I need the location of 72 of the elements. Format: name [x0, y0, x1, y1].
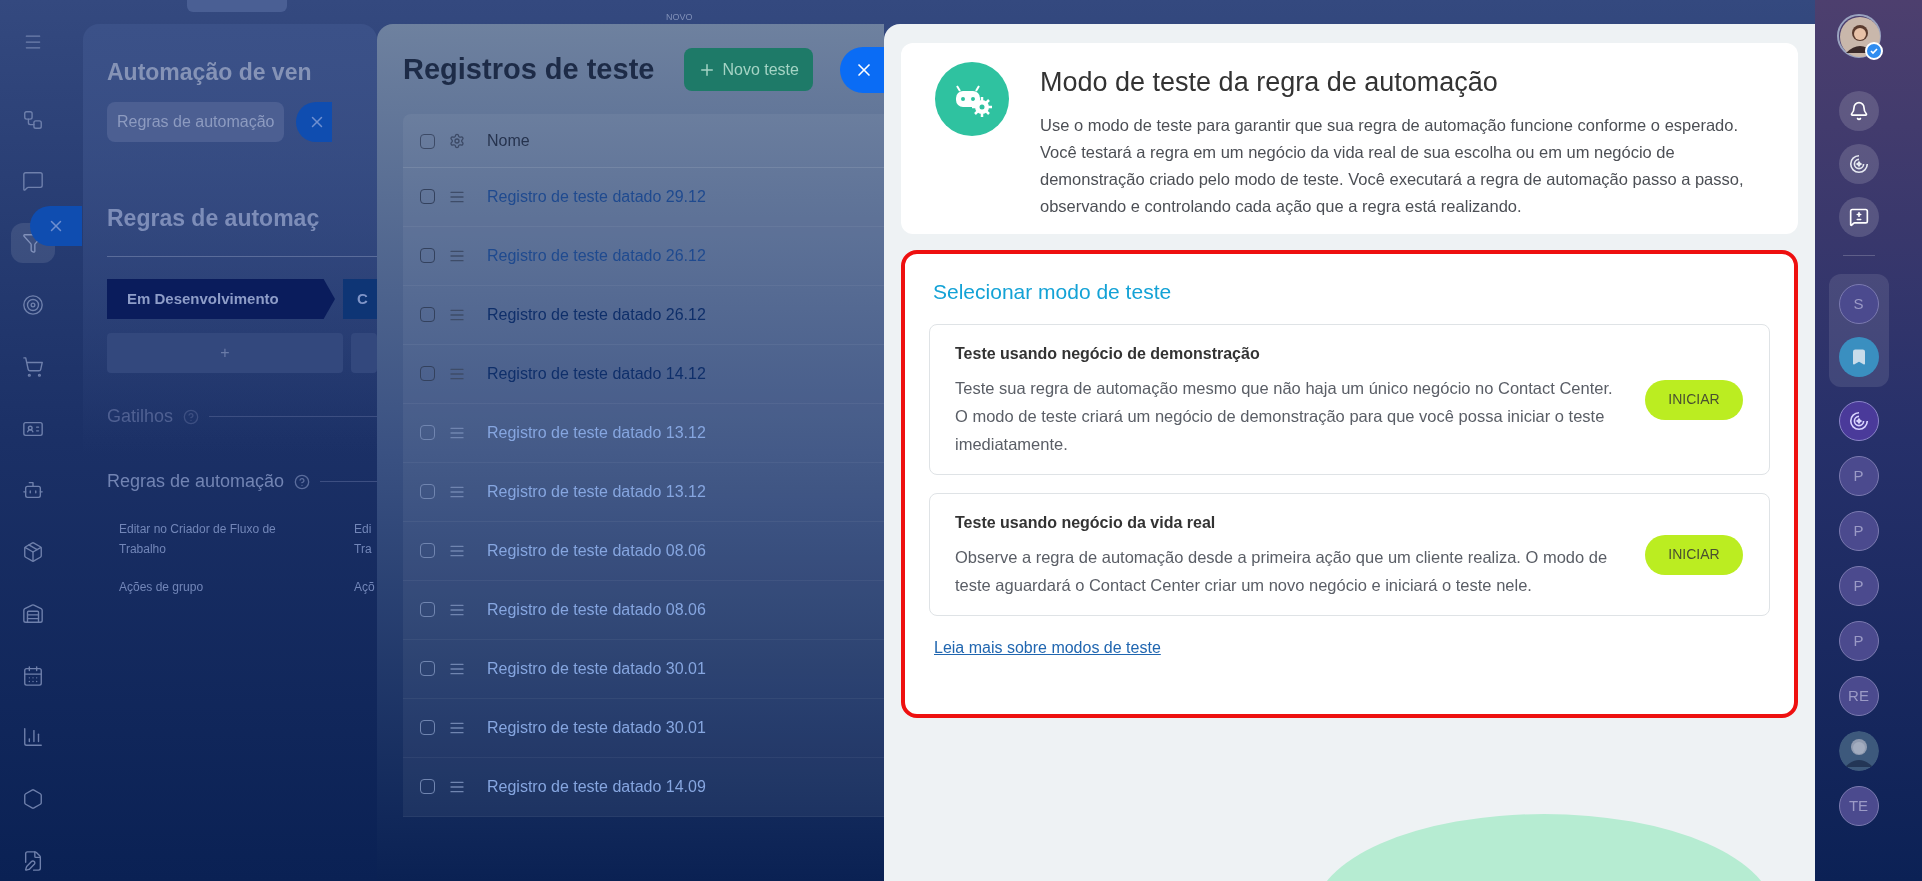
stage-tab[interactable]: C: [343, 279, 377, 319]
copilot-button[interactable]: [1838, 401, 1879, 441]
record-link[interactable]: Registro de teste datado 13.12: [487, 479, 706, 504]
record-link[interactable]: Registro de teste datado 13.12: [487, 420, 706, 445]
action-link[interactable]: Açõ: [354, 577, 375, 597]
column-header: Nome: [487, 131, 530, 151]
chat-avatar[interactable]: S: [1838, 284, 1879, 324]
chat-avatar[interactable]: TE: [1838, 786, 1879, 826]
spiral-icon[interactable]: [1847, 410, 1870, 432]
checkbox[interactable]: [420, 248, 435, 263]
option-title: Teste usando negócio da vida real: [955, 512, 1217, 533]
intro-title: Modo de teste da regra de automação: [1040, 66, 1499, 99]
learn-more-link[interactable]: Leia mais sobre modos de teste: [934, 635, 1161, 660]
checkbox[interactable]: [420, 307, 435, 322]
settings-icon[interactable]: [449, 133, 465, 149]
rules-label: Regras de automação: [107, 470, 285, 493]
user-avatar[interactable]: [1836, 14, 1881, 58]
chat-avatar[interactable]: P: [1838, 456, 1879, 496]
help-icon[interactable]: [183, 408, 200, 425]
section-title: Regras de automaç: [107, 204, 320, 233]
record-link[interactable]: Registro de teste datado 08.06: [487, 538, 706, 563]
option-title: Teste usando negócio de demonstração: [955, 343, 1261, 364]
chat-icon: [1848, 207, 1869, 227]
checkbox[interactable]: [420, 133, 435, 149]
record-link[interactable]: Registro de teste datado 26.12: [487, 302, 706, 327]
checkbox[interactable]: [420, 366, 435, 381]
checkbox[interactable]: [420, 661, 435, 676]
checkbox[interactable]: [420, 425, 435, 440]
close-button[interactable]: [840, 47, 884, 93]
action-link[interactable]: Edi Tra: [354, 519, 372, 559]
record-link[interactable]: Registro de teste datado 08.06: [487, 597, 706, 622]
new-label: NOVO: [666, 11, 693, 24]
option-text: Teste sua regra de automação mesmo que não haja um único negócio no Contact Center. O modo de teste criará um negócio de demonstração para que você possa iniciar o teste imediatamente.: [955, 377, 1614, 455]
record-link[interactable]: Registro de teste datado 29.12: [487, 184, 706, 209]
bell-icon: [1848, 101, 1869, 121]
bookmark-button[interactable]: [1838, 337, 1879, 377]
notifications-button[interactable]: [1838, 91, 1879, 131]
start-button[interactable]: INICIAR: [1645, 534, 1743, 575]
record-link[interactable]: Registro de teste datado 30.01: [487, 715, 706, 740]
checkbox[interactable]: [420, 720, 435, 735]
record-link[interactable]: Registro de teste datado 26.12: [487, 243, 706, 268]
action-link[interactable]: Ações de grupo: [119, 577, 204, 597]
section-title: Selecionar modo de teste: [933, 279, 1173, 305]
intro-text: Use o modo de teste para garantir que sua regra de automação funcione conforme o esperado. Você testará a regra em um negócio da vida real de sua escolha ou em um negócio de demonstração criado pelo modo de teste. Você executará a regra de automação passo a passo, observando e controlando cada ação que a regra está realizando.: [1040, 115, 1745, 217]
panel-title: Automação de ven: [107, 58, 312, 87]
chat-button[interactable]: [1838, 197, 1879, 237]
option-text: Observe a regra de automação desde a primeira ação que um cliente realiza. O modo de teste aguardará o Contact Center criar um novo negócio e iniciará o teste nele.: [955, 546, 1609, 596]
search-field[interactable]: Regras de automação: [107, 102, 285, 142]
checkbox[interactable]: [420, 779, 435, 794]
copilot-button[interactable]: [1838, 144, 1879, 184]
add-stage-button[interactable]: +: [107, 333, 343, 373]
chat-avatar[interactable]: RE: [1838, 676, 1879, 716]
checkbox[interactable]: [420, 484, 435, 499]
spiral-icon[interactable]: [1847, 153, 1870, 175]
panel-title: Registros de teste: [403, 52, 655, 87]
help-icon[interactable]: [294, 473, 311, 490]
action-link[interactable]: Editar no Criador de Fluxo de Trabalho: [119, 519, 276, 559]
checkbox[interactable]: [420, 543, 435, 558]
close-button[interactable]: [30, 206, 82, 246]
chat-avatar[interactable]: [1838, 731, 1879, 771]
record-link[interactable]: Registro de teste datado 14.12: [487, 361, 706, 386]
new-test-button[interactable]: Novo teste: [684, 48, 813, 92]
stage-tab[interactable]: Em Desenvolvimento: [107, 279, 335, 319]
close-button[interactable]: [296, 102, 333, 142]
chat-avatar[interactable]: P: [1838, 511, 1879, 551]
record-link[interactable]: Registro de teste datado 14.09: [487, 774, 706, 799]
start-button[interactable]: INICIAR: [1645, 379, 1743, 420]
checkbox[interactable]: [420, 602, 435, 617]
chat-avatar[interactable]: P: [1838, 621, 1879, 661]
chat-avatar[interactable]: P: [1838, 566, 1879, 606]
checkbox[interactable]: [420, 189, 435, 204]
record-link[interactable]: Registro de teste datado 30.01: [487, 656, 706, 681]
